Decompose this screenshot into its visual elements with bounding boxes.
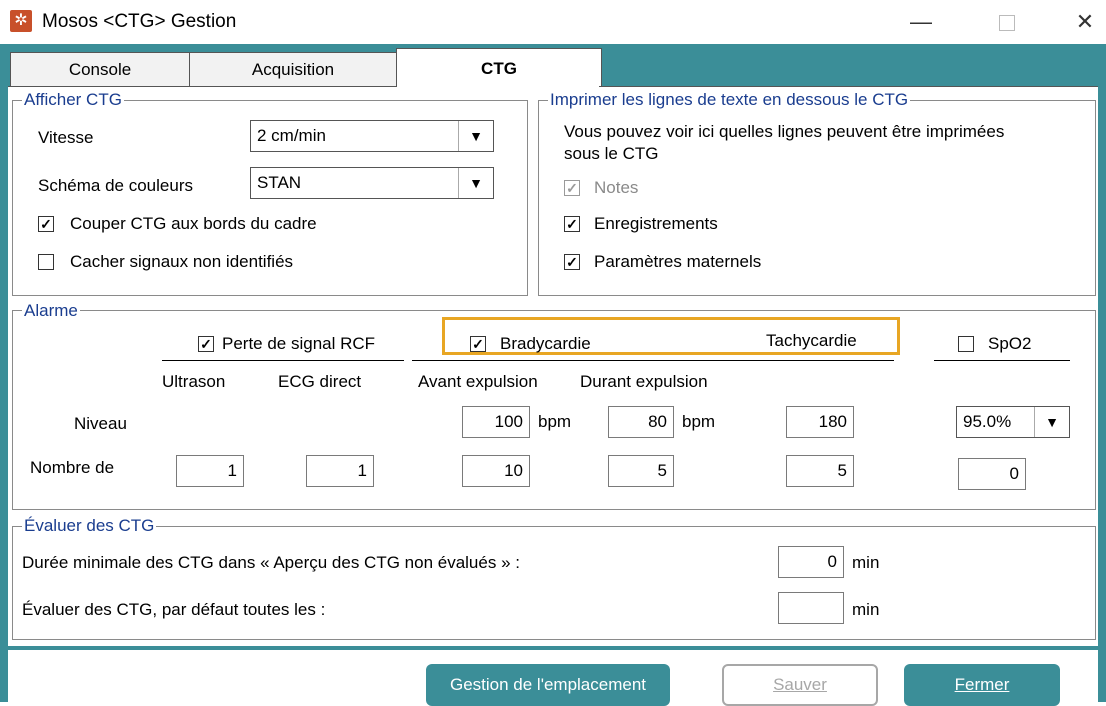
tachycardie-label: Tachycardie [766,331,857,350]
vitesse-select[interactable]: 2 cm/min ▼ [250,120,494,152]
nombre-tachy-input[interactable]: 5 [786,455,854,487]
minimize-button[interactable]: — [898,6,944,38]
evaluer-legend: Évaluer des CTG [22,516,157,535]
sauver-label: Sauver [773,675,827,694]
ecg-direct-header: ECG direct [278,372,362,391]
bottom-separator [0,646,1106,650]
brady-tachy-underline [412,360,894,361]
niveau-spo2-value: 95.0% [963,412,1012,431]
perte-signal-checkbox[interactable]: ✓ [198,336,214,352]
parametres-label: Paramètres maternels [594,252,762,271]
notes-checkbox: ✓ [564,180,580,196]
duree-minimale-label: Durée minimale des CTG dans « Aperçu des… [22,553,520,572]
notes-label: Notes [594,178,639,197]
alarme-legend: Alarme [22,301,80,320]
niveau-spo2-select[interactable]: 95.0% ▼ [956,406,1070,438]
durant-expulsion-header: Durant expulsion [580,372,708,391]
gestion-emplacement-button[interactable]: Gestion de l'emplacement [426,664,670,706]
window-title: Mosos <CTG> Gestion [42,11,237,32]
app-gear-icon: ✲ [10,10,32,32]
imprimer-description-1: Vous pouvez voir ici quelles lignes peuv… [564,122,1005,141]
nombre-ecg-input[interactable]: 1 [306,455,374,487]
niveau-durant-unit: bpm [682,412,716,431]
schema-value: STAN [257,173,302,192]
nombre-durant-input[interactable]: 5 [608,455,674,487]
niveau-avant-unit: bpm [538,412,572,431]
sauver-button: Sauver [722,664,878,706]
ultrason-header: Ultrason [162,372,226,391]
chevron-down-icon: ▼ [1034,407,1069,437]
nombre-label: Nombre de [30,458,115,477]
nombre-ultrason-input[interactable]: 1 [176,455,244,487]
imprimer-legend: Imprimer les lignes de texte en dessous … [548,90,911,109]
avant-expulsion-header: Avant expulsion [418,372,538,391]
tab-console[interactable]: Console [10,52,190,87]
tab-acquisition[interactable]: Acquisition [189,52,397,87]
tab-ctg[interactable]: CTG [396,48,602,89]
spo2-underline [934,360,1070,361]
evaluer-defaut-label: Évaluer des CTG, par défaut toutes les : [22,600,326,619]
vitesse-label: Vitesse [38,128,94,147]
couper-checkbox[interactable]: ✓ [38,216,54,232]
perte-signal-underline [162,360,404,361]
frame-right [1098,44,1106,702]
couper-label: Couper CTG aux bords du cadre [70,214,317,233]
niveau-avant-input[interactable]: 100 [462,406,530,438]
duree-minimale-unit: min [852,553,880,572]
perte-signal-label: Perte de signal RCF [222,334,376,353]
frame-left [0,44,8,702]
fermer-label: Fermer [954,675,1010,694]
chevron-down-icon: ▼ [458,121,493,151]
vitesse-value: 2 cm/min [257,126,326,145]
cacher-checkbox[interactable] [38,254,54,270]
duree-minimale-input[interactable]: 0 [778,546,844,578]
nombre-spo2-input[interactable]: 0 [958,458,1026,490]
title-bar: ✲ Mosos <CTG> Gestion — ✕ [0,0,1106,44]
niveau-durant-input[interactable]: 80 [608,406,674,438]
active-tab-join [397,86,599,89]
evaluer-group [12,526,1096,640]
nombre-avant-input[interactable]: 10 [462,455,530,487]
close-button[interactable]: ✕ [1062,6,1106,38]
maximize-button[interactable] [984,6,1030,38]
bradycardie-checkbox[interactable]: ✓ [470,336,486,352]
schema-select[interactable]: STAN ▼ [250,167,494,199]
bradycardie-label: Bradycardie [500,334,591,353]
chevron-down-icon: ▼ [458,168,493,198]
spo2-label: SpO2 [988,334,1032,353]
evaluer-defaut-unit: min [852,600,880,619]
fermer-button[interactable]: Fermer [904,664,1060,706]
enregistrements-checkbox[interactable]: ✓ [564,216,580,232]
enregistrements-label: Enregistrements [594,214,718,233]
evaluer-defaut-input[interactable] [778,592,844,624]
imprimer-description-2: sous le CTG [564,144,659,163]
schema-label: Schéma de couleurs [38,176,193,195]
niveau-tachy-input[interactable]: 180 [786,406,854,438]
spo2-checkbox[interactable] [958,336,974,352]
afficher-ctg-legend: Afficher CTG [22,90,124,109]
cacher-label: Cacher signaux non identifiés [70,252,294,271]
parametres-checkbox[interactable]: ✓ [564,254,580,270]
niveau-label: Niveau [74,414,127,433]
